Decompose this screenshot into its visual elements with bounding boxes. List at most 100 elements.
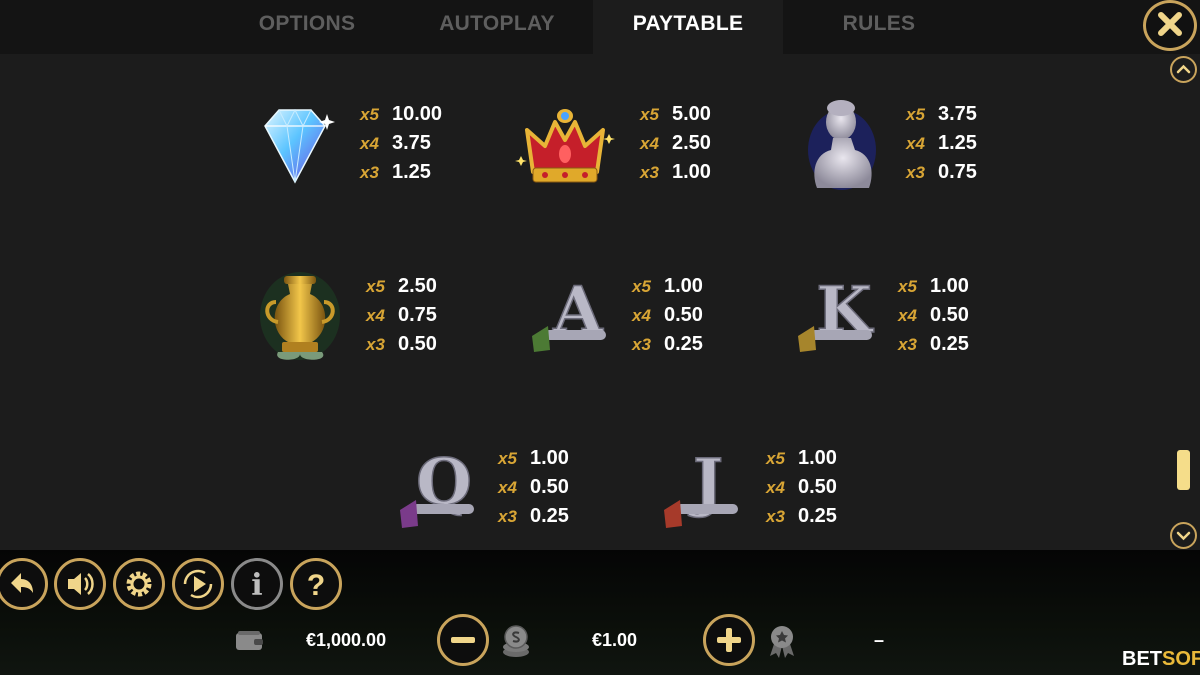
payout-value: 0.50: [798, 476, 837, 498]
payout-value: 10.00: [392, 103, 443, 125]
svg-text:?: ?: [307, 569, 325, 602]
gear-icon: [126, 571, 152, 597]
payout-value: 1.00: [664, 275, 703, 297]
payout-value: 2.50: [398, 275, 437, 297]
settings-button[interactable]: [113, 558, 165, 610]
multiplier-label: x4: [366, 306, 385, 325]
letter-q-paytable: x5 1.00 x4 0.50 x3 0.25: [498, 444, 618, 531]
letter-q-symbol-icon: Q: [392, 440, 492, 540]
multiplier-label: x5: [906, 105, 925, 124]
autoplay-button[interactable]: [172, 558, 224, 610]
diamond-symbol-icon: [245, 92, 345, 192]
scroll-up-button[interactable]: [1170, 56, 1197, 83]
letter-a-symbol-icon: A: [522, 266, 622, 366]
letter-k-paytable: x5 1.00 x4 0.50 x3 0.25: [898, 272, 1018, 359]
payout-value: 0.25: [798, 505, 837, 527]
multiplier-label: x5: [640, 105, 659, 124]
tab-paytable[interactable]: PAYTABLE: [593, 0, 783, 54]
help-button[interactable]: ?: [290, 558, 342, 610]
payout-value: 0.25: [930, 333, 969, 355]
minus-icon: [451, 637, 475, 643]
help-icon: ?: [307, 569, 325, 602]
award-icon: [770, 626, 794, 658]
letter-k-symbol-icon: K: [790, 266, 890, 366]
payout-value: 0.75: [398, 304, 437, 326]
multiplier-label: x4: [360, 134, 379, 153]
payout-value: 0.50: [930, 304, 969, 326]
bet-value: €1.00: [592, 630, 638, 650]
win-value: –: [874, 630, 885, 650]
diamond-paytable: x5 10.00 x4 3.75 x3 1.25: [360, 100, 480, 187]
scroll-down-button[interactable]: [1170, 522, 1197, 549]
letter-j-symbol-icon: J: [656, 440, 756, 540]
multiplier-label: x4: [640, 134, 659, 153]
sound-button[interactable]: [54, 558, 106, 610]
crown-paytable: x5 5.00 x4 2.50 x3 1.00: [640, 100, 760, 187]
multiplier-label: x5: [898, 277, 917, 296]
payout-value: 1.00: [798, 447, 837, 469]
payout-value: 1.00: [672, 161, 711, 183]
vase-symbol-icon: [250, 266, 350, 366]
multiplier-label: x5: [360, 105, 379, 124]
multiplier-label: x4: [766, 478, 785, 497]
payout-value: 0.50: [530, 476, 569, 498]
wallet-icon: [236, 631, 263, 650]
statue-bust-symbol-icon: [795, 94, 895, 194]
plus-icon: [717, 628, 741, 652]
statue-paytable: x5 3.75 x4 1.25 x3 0.75: [906, 100, 1026, 187]
chevron-down-icon: [1176, 531, 1191, 541]
payout-value: 0.50: [664, 304, 703, 326]
back-button[interactable]: [0, 558, 48, 610]
coins-icon: [503, 625, 529, 657]
multiplier-label: x3: [360, 163, 379, 182]
payout-value: 3.75: [938, 103, 977, 125]
bottom-control-bar: i ? €1,000.00 €1.00 – BETSOF: [0, 550, 1200, 675]
payout-value: 5.00: [672, 103, 711, 125]
payout-value: 2.50: [672, 132, 711, 154]
close-icon: [1158, 12, 1182, 36]
payout-value: 0.50: [398, 333, 437, 355]
tab-options[interactable]: OPTIONS: [212, 0, 402, 54]
tab-rules[interactable]: RULES: [784, 0, 974, 54]
multiplier-label: x3: [366, 335, 385, 354]
autoplay-icon: [183, 569, 213, 599]
multiplier-label: x3: [766, 507, 785, 526]
info-button[interactable]: i: [231, 558, 283, 610]
multiplier-label: x4: [906, 134, 925, 153]
multiplier-label: x3: [898, 335, 917, 354]
multiplier-label: x5: [632, 277, 651, 296]
multiplier-label: x4: [498, 478, 517, 497]
multiplier-label: x3: [640, 163, 659, 182]
letter-j-paytable: x5 1.00 x4 0.50 x3 0.25: [766, 444, 886, 531]
back-arrow-icon: [11, 573, 33, 593]
payout-value: 0.25: [664, 333, 703, 355]
chevron-up-icon: [1176, 64, 1191, 74]
multiplier-label: x3: [906, 163, 925, 182]
close-button[interactable]: [1143, 0, 1197, 51]
payout-value: 1.25: [938, 132, 977, 154]
menu-tab-bar: OPTIONS AUTOPLAY PAYTABLE RULES: [0, 0, 1200, 54]
crown-symbol-icon: [515, 96, 615, 196]
scrollbar-thumb[interactable]: [1177, 450, 1190, 490]
payout-value: 0.25: [530, 505, 569, 527]
speaker-icon: [68, 573, 94, 595]
letter-a-paytable: x5 1.00 x4 0.50 x3 0.25: [632, 272, 752, 359]
paytable-panel: x5 10.00 x4 3.75 x3 1.25 x5 5.00 x4 2.50 x3 1.…: [0, 54, 1200, 550]
vase-paytable: x5 2.50 x4 0.75 x3 0.50: [366, 272, 486, 359]
decrease-bet-button[interactable]: [437, 614, 489, 666]
payout-value: 1.00: [530, 447, 569, 469]
tab-autoplay[interactable]: AUTOPLAY: [402, 0, 592, 54]
payout-value: 3.75: [392, 132, 431, 154]
payout-value: 1.25: [392, 161, 431, 183]
increase-bet-button[interactable]: [703, 614, 755, 666]
payout-value: 0.75: [938, 161, 977, 183]
multiplier-label: x3: [498, 507, 517, 526]
multiplier-label: x4: [898, 306, 917, 325]
multiplier-label: x5: [498, 449, 517, 468]
payout-value: 1.00: [930, 275, 969, 297]
svg-text:i: i: [251, 568, 262, 603]
multiplier-label: x5: [766, 449, 785, 468]
multiplier-label: x3: [632, 335, 651, 354]
multiplier-label: x5: [366, 277, 385, 296]
info-icon: i: [251, 568, 262, 603]
